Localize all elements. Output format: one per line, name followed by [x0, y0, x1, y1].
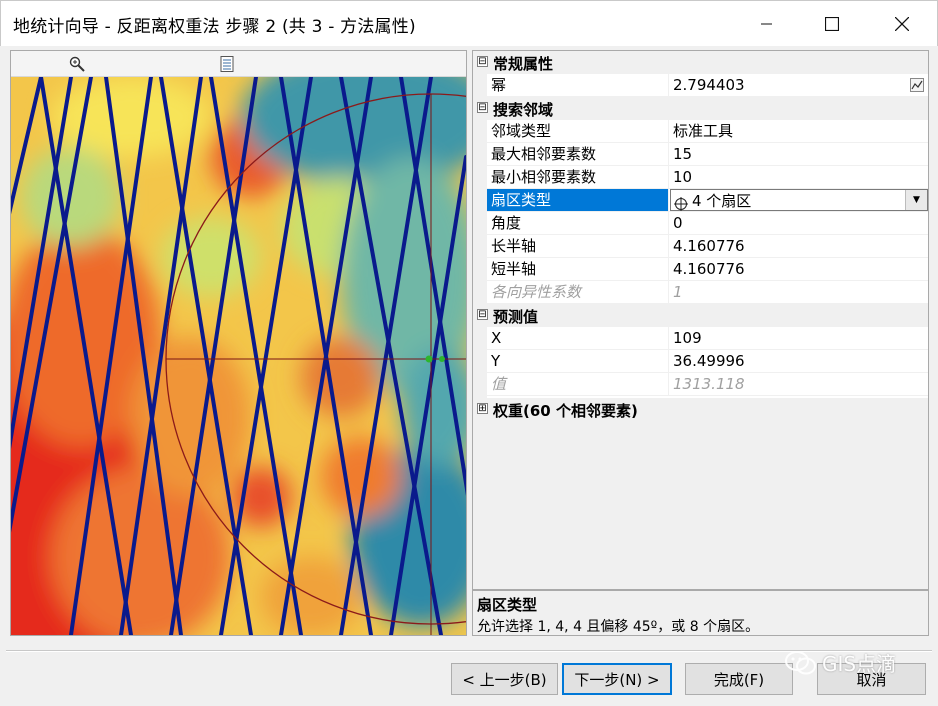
title-bar: 地统计向导 - 反距离权重法 步骤 2 (共 3 - 方法属性): [0, 0, 938, 46]
property-value[interactable]: 10: [670, 166, 928, 188]
property-key: 最小相邻要素数: [487, 166, 669, 188]
group-general[interactable]: ⊟ 常规属性: [473, 51, 928, 74]
expand-icon[interactable]: ⊞: [477, 403, 488, 414]
group-label: 预测值: [493, 308, 539, 326]
property-key: 角度: [487, 212, 669, 234]
property-value[interactable]: 4.160776: [670, 258, 928, 280]
group-weights[interactable]: ⊞ 权重(60 个相邻要素): [473, 398, 928, 421]
property-grid-empty-area: [473, 421, 928, 589]
property-key: 值: [487, 373, 669, 395]
minimize-icon[interactable]: [744, 1, 790, 47]
property-value[interactable]: 2.794403: [670, 74, 928, 96]
description-text: 允许选择 1, 4, 4 且偏移 45º，或 8 个扇区。: [477, 619, 760, 635]
collapse-icon[interactable]: ⊟: [477, 309, 488, 320]
property-value[interactable]: 标准工具: [670, 120, 928, 142]
prediction-location-marker: [425, 355, 433, 363]
property-key: 邻域类型: [487, 120, 669, 142]
property-row-minor-semiaxis[interactable]: 短半轴 4.160776: [487, 258, 928, 281]
group-label: 常规属性: [493, 55, 554, 73]
property-value: 1313.118: [673, 375, 745, 393]
list-icon[interactable]: [217, 54, 237, 74]
property-row-major-semiaxis[interactable]: 长半轴 4.160776: [487, 235, 928, 258]
maximize-icon[interactable]: [809, 1, 855, 47]
property-row-min-neighbors[interactable]: 最小相邻要素数 10: [487, 166, 928, 189]
interpolation-surface-map[interactable]: [11, 77, 466, 635]
finish-button[interactable]: 完成(F): [685, 663, 793, 695]
optimize-icon[interactable]: [908, 76, 926, 94]
map-preview-panel: [10, 50, 467, 636]
property-key: 短半轴: [487, 258, 669, 280]
property-value[interactable]: 36.49996: [670, 350, 928, 372]
property-value[interactable]: 109: [670, 327, 928, 349]
property-key: 各向异性系数: [487, 281, 669, 303]
window-title: 地统计向导 - 反距离权重法 步骤 2 (共 3 - 方法属性): [13, 17, 416, 37]
next-button[interactable]: 下一步(N) >: [562, 663, 672, 695]
property-key: 扇区类型: [487, 189, 669, 211]
sector-type-dropdown[interactable]: 4 个扇区 ▼: [670, 189, 928, 211]
property-key: X: [487, 327, 669, 349]
property-value: 1: [673, 283, 683, 301]
property-row-neighborhood-type[interactable]: 邻域类型 标准工具: [487, 120, 928, 143]
zoom-in-icon[interactable]: [67, 54, 87, 74]
property-row-angle[interactable]: 角度 0: [487, 212, 928, 235]
property-grid: ⊟ 常规属性 幂 2.794403 ⊟ 搜索邻域 邻域类型 标准工具 最大相邻要…: [472, 50, 929, 590]
property-key: 幂: [487, 74, 669, 96]
property-row-x[interactable]: X 109: [487, 327, 928, 350]
property-value[interactable]: 15: [670, 143, 928, 165]
neighbor-marker: [439, 356, 445, 362]
group-label: 搜索邻域: [493, 101, 554, 119]
sector-type-value: 4 个扇区: [692, 192, 752, 210]
property-value[interactable]: 0: [670, 212, 928, 234]
property-row-power[interactable]: 幂 2.794403: [487, 74, 928, 97]
collapse-icon[interactable]: ⊟: [477, 56, 488, 67]
property-row-y[interactable]: Y 36.49996: [487, 350, 928, 373]
property-key: Y: [487, 350, 669, 372]
wechat-icon: [785, 650, 816, 674]
group-prediction[interactable]: ⊟ 预测值: [473, 304, 928, 327]
group-label: 权重(60 个相邻要素): [493, 402, 638, 420]
group-search-neighborhood[interactable]: ⊟ 搜索邻域: [473, 97, 928, 120]
property-row-value: 值 1313.118: [487, 373, 928, 396]
watermark-text: GIS点滴: [822, 652, 897, 676]
close-icon[interactable]: [879, 1, 925, 47]
description-title: 扇区类型: [477, 596, 538, 614]
property-key: 最大相邻要素数: [487, 143, 669, 165]
map-toolbar: [11, 51, 466, 77]
property-value[interactable]: 4.160776: [670, 235, 928, 257]
property-key: 长半轴: [487, 235, 669, 257]
watermark: GIS点滴: [784, 648, 896, 677]
property-row-max-neighbors[interactable]: 最大相邻要素数 15: [487, 143, 928, 166]
chevron-down-icon[interactable]: ▼: [905, 190, 927, 210]
property-row-sector-type[interactable]: 扇区类型 4 个扇区 ▼: [487, 189, 928, 212]
sector-icon: [674, 195, 688, 211]
collapse-icon[interactable]: ⊟: [477, 102, 488, 113]
previous-button[interactable]: < 上一步(B): [451, 663, 558, 695]
description-panel: 扇区类型 允许选择 1, 4, 4 且偏移 45º，或 8 个扇区。: [472, 590, 929, 636]
property-row-anisotropy: 各向异性系数 1: [487, 281, 928, 304]
